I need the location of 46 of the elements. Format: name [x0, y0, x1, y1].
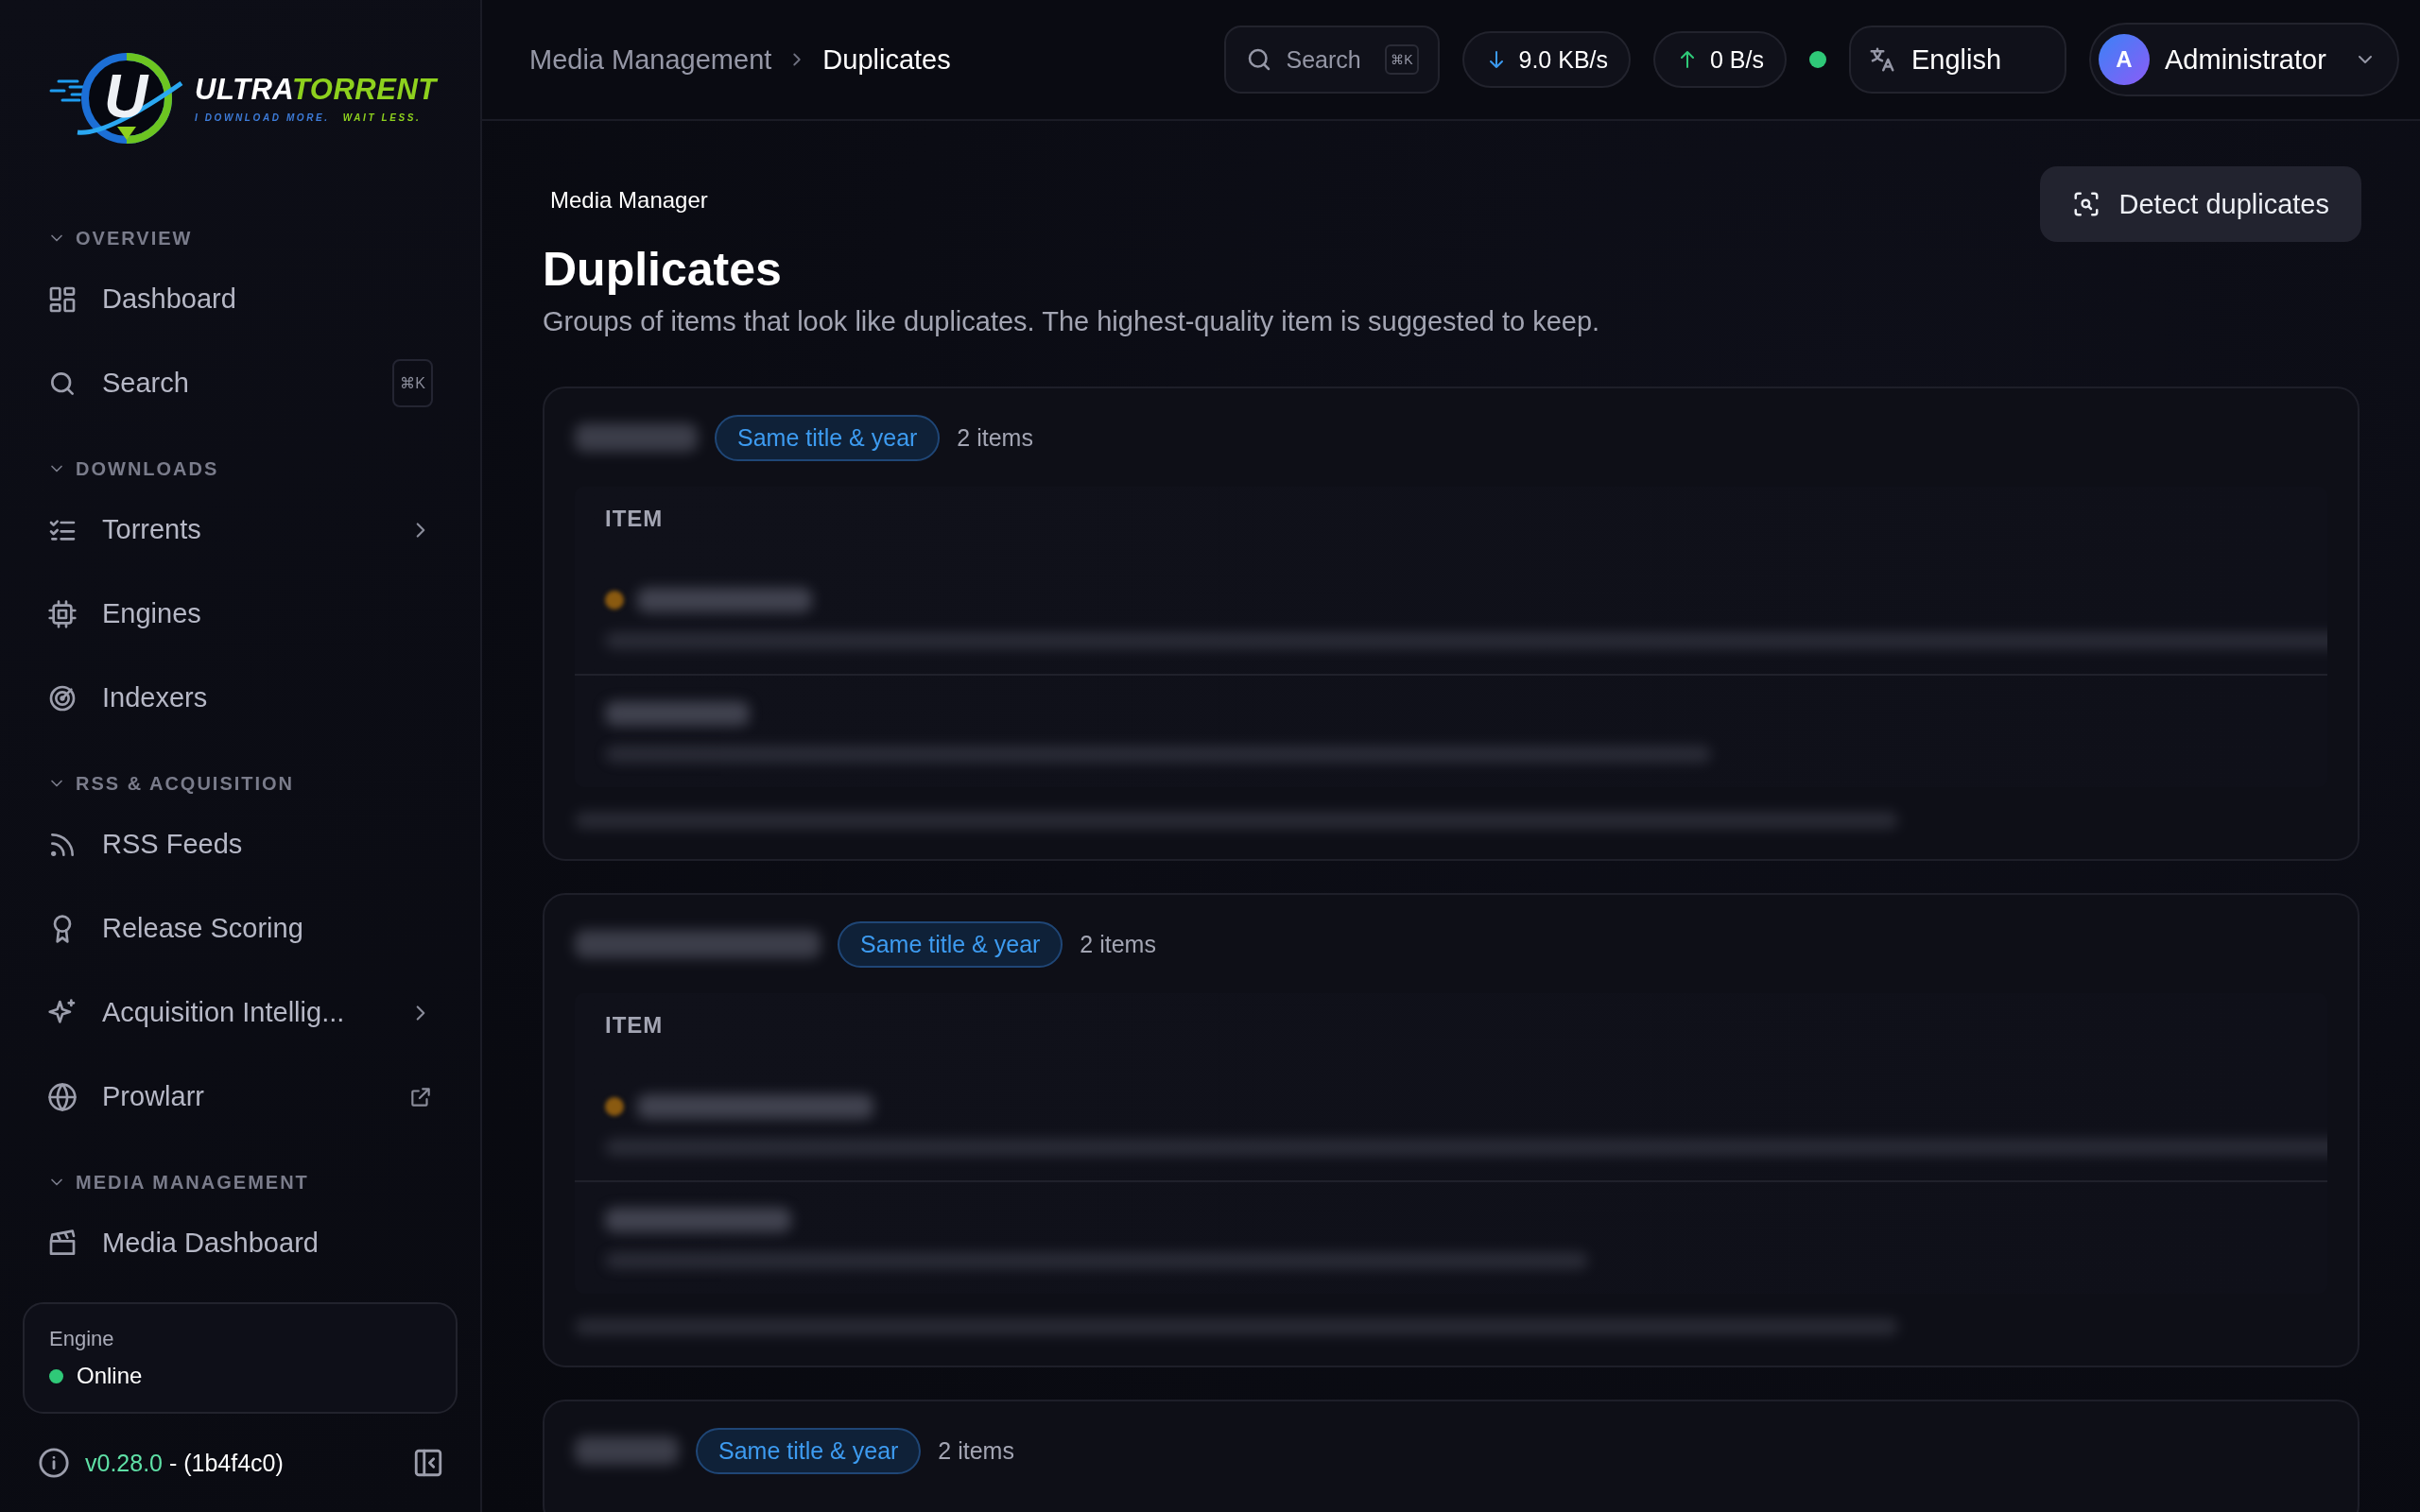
globe-icon: [47, 1081, 78, 1112]
eyebrow-label: Media Manager: [550, 187, 708, 214]
logo-wordmark: ULTRATORRENT: [195, 72, 437, 107]
nav-item[interactable]: Search ⌘K: [21, 341, 458, 425]
item-count: 2 items: [957, 423, 1033, 452]
column-header: ITEM: [604, 505, 665, 533]
avatar: A: [2099, 34, 2150, 85]
translate-icon: [1868, 45, 1896, 74]
user-menu[interactable]: A Administrator: [2089, 23, 2399, 96]
language-selector[interactable]: English: [1849, 26, 2066, 94]
engine-label: Engine: [49, 1327, 114, 1351]
match-badge: Same title & year: [838, 920, 1063, 968]
nav-item[interactable]: Engines: [21, 572, 458, 656]
section-header[interactable]: DOWNLOADS: [0, 450, 219, 488]
info-icon: [38, 1447, 70, 1479]
column-header: ITEM: [604, 1011, 665, 1040]
nav-item[interactable]: Dashboard: [21, 257, 458, 341]
section-header[interactable]: MEDIA MANAGEMENT: [0, 1163, 309, 1201]
item-count: 2 items: [938, 1436, 1014, 1465]
collapse-sidebar-icon[interactable]: [412, 1447, 444, 1479]
nav-item[interactable]: Indexers: [21, 656, 458, 740]
breadcrumb-link[interactable]: Duplicates: [822, 43, 951, 76]
logo-tagline: I DOWNLOAD MORE.: [195, 112, 330, 123]
nav-item[interactable]: Release Scoring: [21, 886, 458, 971]
item-count: 2 items: [1080, 930, 1156, 958]
engine-status: Online: [77, 1363, 143, 1389]
nav-item[interactable]: Prowlarr: [21, 1055, 458, 1139]
logo-tagline: WAIT LESS.: [342, 112, 422, 123]
breadcrumb-link[interactable]: Media Management: [529, 43, 772, 76]
section-header[interactable]: OVERVIEW: [0, 219, 193, 257]
chip-icon: [47, 598, 78, 629]
match-badge: Same title & year: [715, 414, 941, 461]
match-badge: Same title & year: [696, 1427, 922, 1474]
search-field[interactable]: Search ⌘K: [1223, 26, 1440, 94]
detect-duplicates-button[interactable]: Detect duplicates: [2039, 166, 2361, 242]
shortcut-hint: ⌘K: [392, 359, 433, 407]
upload-rate: 0 B/s: [1653, 31, 1787, 88]
nav-item[interactable]: Torrents: [21, 488, 458, 572]
page-title: Duplicates: [543, 242, 782, 297]
page-subtitle: Groups of items that look like duplicates. The highest-quality item is suggested to keep.: [543, 306, 1600, 337]
nav-item[interactable]: Media Dashboard: [21, 1201, 458, 1285]
section-header[interactable]: RSS & ACQUISITION: [0, 765, 295, 802]
version-text: v0.28.0 - (1b4f4c0): [85, 1449, 285, 1477]
nav-item[interactable]: RSS Feeds: [21, 802, 458, 886]
nav-item[interactable]: Acquisition Intellig...: [21, 971, 458, 1055]
download-rate: 9.0 KB/s: [1461, 31, 1631, 88]
